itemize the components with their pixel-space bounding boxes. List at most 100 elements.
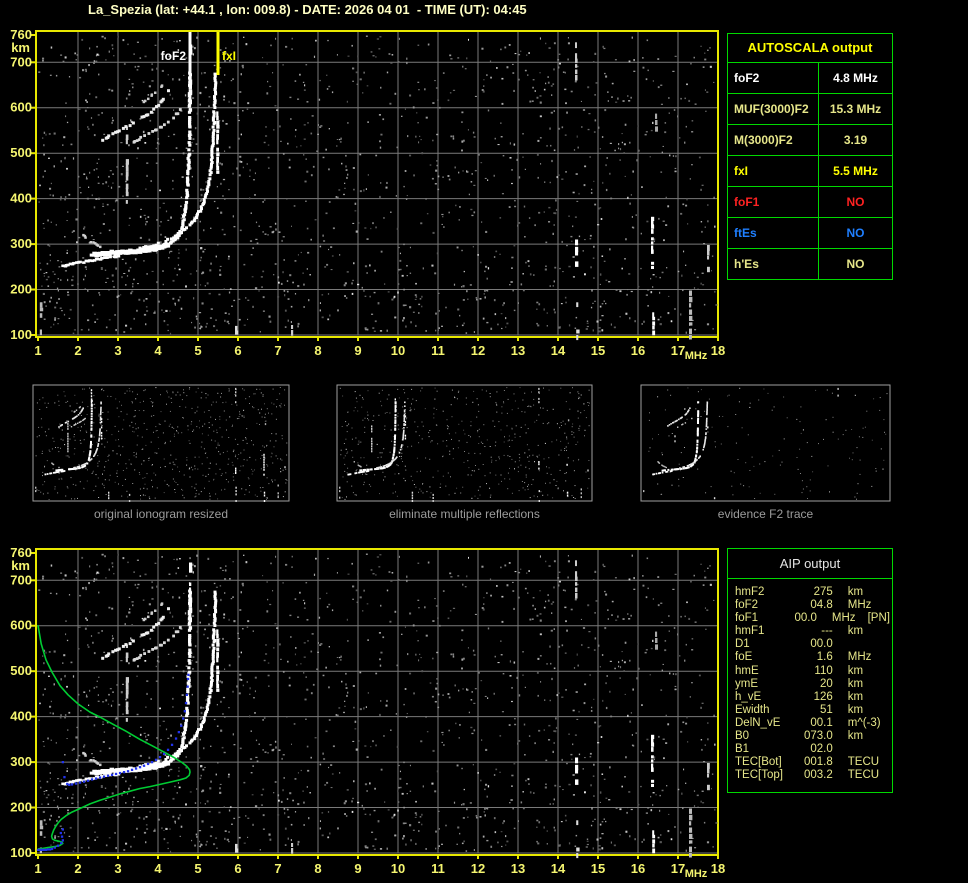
- thumbnail-evidence: [640, 384, 891, 502]
- svg-text:14: 14: [551, 343, 566, 358]
- aip-unit: [848, 638, 888, 651]
- svg-text:6: 6: [234, 861, 241, 876]
- aip-row-fof2: foF2 04.8 MHz: [735, 599, 890, 612]
- svg-text:12: 12: [471, 343, 485, 358]
- autoscala-row-value: NO: [846, 257, 865, 271]
- autoscala-row-m3000f2: M(3000)F2 3.19: [728, 125, 892, 156]
- svg-text:9: 9: [354, 861, 361, 876]
- aip-note: [PN]: [867, 612, 890, 625]
- svg-text:300: 300: [10, 236, 32, 251]
- svg-text:3: 3: [114, 343, 121, 358]
- aip-table-title: AIP output: [728, 549, 892, 579]
- autoscala-row-hes: h'Es NO: [728, 249, 892, 279]
- svg-text:15: 15: [591, 861, 605, 876]
- svg-text:100: 100: [10, 327, 32, 342]
- aip-unit: km: [847, 677, 864, 690]
- aip-unit: km: [847, 730, 864, 743]
- svg-text:foF2: foF2: [161, 49, 187, 63]
- svg-text:6: 6: [234, 343, 241, 358]
- svg-text:16: 16: [631, 343, 645, 358]
- aip-unit: km: [847, 625, 864, 638]
- svg-text:7: 7: [274, 343, 281, 358]
- aip-row-hmf1: hmF1 --- km: [735, 625, 890, 638]
- aip-unit: MHz: [847, 599, 872, 612]
- svg-text:300: 300: [10, 754, 32, 769]
- aip-value: 00.0: [794, 612, 817, 625]
- aip-unit: m^(-3): [847, 716, 881, 729]
- svg-text:14: 14: [551, 861, 566, 876]
- svg-text:700: 700: [10, 572, 32, 587]
- aip-value: 51: [819, 703, 833, 716]
- svg-text:13: 13: [511, 343, 525, 358]
- svg-text:400: 400: [10, 709, 32, 724]
- autoscala-row-ftes: ftEs NO: [728, 218, 892, 249]
- autoscala-row-label: M(3000)F2: [728, 125, 819, 155]
- aip-value: 1.6: [816, 651, 833, 664]
- svg-text:12: 12: [471, 861, 485, 876]
- aip-value: 126: [813, 690, 833, 703]
- thumbnail-caption-evidence: evidence F2 trace: [717, 507, 814, 521]
- aip-row-ewidth: Ewidth 51 km: [735, 704, 890, 717]
- aip-value: 073.0: [803, 730, 833, 743]
- autoscala-row-label: fxI: [728, 156, 819, 186]
- svg-text:9: 9: [354, 343, 361, 358]
- autoscala-window: La_Spezia (lat: +44.1 , lon: 009.8) - DA…: [0, 0, 968, 883]
- svg-text:700: 700: [10, 54, 32, 69]
- aip-label: TEC[Bot]: [735, 756, 782, 769]
- autoscala-row-fof2: foF2 4.8 MHz: [728, 63, 892, 94]
- aip-row-foe: foE 1.6 MHz: [735, 651, 890, 664]
- aip-row-yme: ymE 20 km: [735, 678, 890, 691]
- aip-label: foE: [735, 651, 753, 664]
- aip-label: hmF2: [735, 586, 765, 598]
- thumbnail-caption-eliminate: eliminate multiple reflections: [389, 507, 540, 521]
- aip-value: 02.0: [810, 743, 833, 756]
- autoscala-row-value: 15.3 MHz: [829, 102, 882, 116]
- aip-label: hmF1: [735, 625, 765, 638]
- aip-row-hmf2: hmF2 275 km: [735, 586, 890, 599]
- electron-density-profile: [37, 625, 191, 850]
- aip-value: 00.0: [810, 638, 833, 651]
- svg-text:11: 11: [431, 343, 445, 358]
- aip-label: ymE: [735, 677, 758, 690]
- aip-row-delnve: DelN_vE 00.1 m^(-3): [735, 717, 890, 730]
- svg-text:10: 10: [391, 343, 405, 358]
- aip-label: Ewidth: [735, 703, 770, 716]
- svg-text:17: 17: [671, 343, 685, 358]
- svg-text:km: km: [11, 40, 30, 55]
- autoscala-row-value: 3.19: [843, 133, 868, 147]
- autoscala-row-value: 5.5 MHz: [833, 164, 878, 178]
- aip-value: 275: [813, 586, 833, 598]
- autoscala-row-label: h'Es: [728, 249, 819, 279]
- svg-text:600: 600: [10, 618, 32, 633]
- aip-unit: MHz: [847, 651, 872, 664]
- aip-row-d1: D1 00.0: [735, 638, 890, 651]
- svg-text:3: 3: [114, 861, 121, 876]
- aip-row-tectop: TEC[Top] 003.2 TECU: [735, 769, 890, 782]
- svg-text:17: 17: [671, 861, 685, 876]
- autoscala-row-value: NO: [846, 226, 865, 240]
- aip-label: B1: [735, 743, 750, 756]
- aip-unit: km: [847, 586, 864, 598]
- thumbnail-eliminate: [336, 384, 593, 502]
- aip-value: 003.2: [803, 769, 833, 782]
- thumbnail-original: [32, 384, 290, 502]
- svg-text:4: 4: [154, 343, 162, 358]
- svg-text:1: 1: [34, 861, 41, 876]
- svg-text:600: 600: [10, 100, 32, 115]
- aip-unit: km: [847, 690, 864, 703]
- aip-row-hve: h_vE 126 km: [735, 691, 890, 704]
- svg-text:MHz: MHz: [685, 868, 708, 880]
- autoscala-row-label: MUF(3000)F2: [728, 94, 819, 124]
- aip-label: foF1: [735, 612, 759, 625]
- aip-unit: MHz: [831, 612, 856, 625]
- svg-text:200: 200: [10, 800, 32, 815]
- aip-unit: TECU: [847, 769, 880, 782]
- svg-text:500: 500: [10, 145, 32, 160]
- top-ionogram: 760700600500400300200100km1 2 3 4 5 6 7 8 9 10 11 1…: [10, 27, 725, 362]
- svg-text:MHz: MHz: [685, 350, 708, 362]
- aip-value: ---: [821, 625, 833, 638]
- aip-label: hmE: [735, 664, 759, 677]
- svg-text:km: km: [11, 558, 30, 573]
- aip-unit: km: [847, 703, 864, 716]
- autoscala-row-muf3000f2: MUF(3000)F2 15.3 MHz: [728, 94, 892, 125]
